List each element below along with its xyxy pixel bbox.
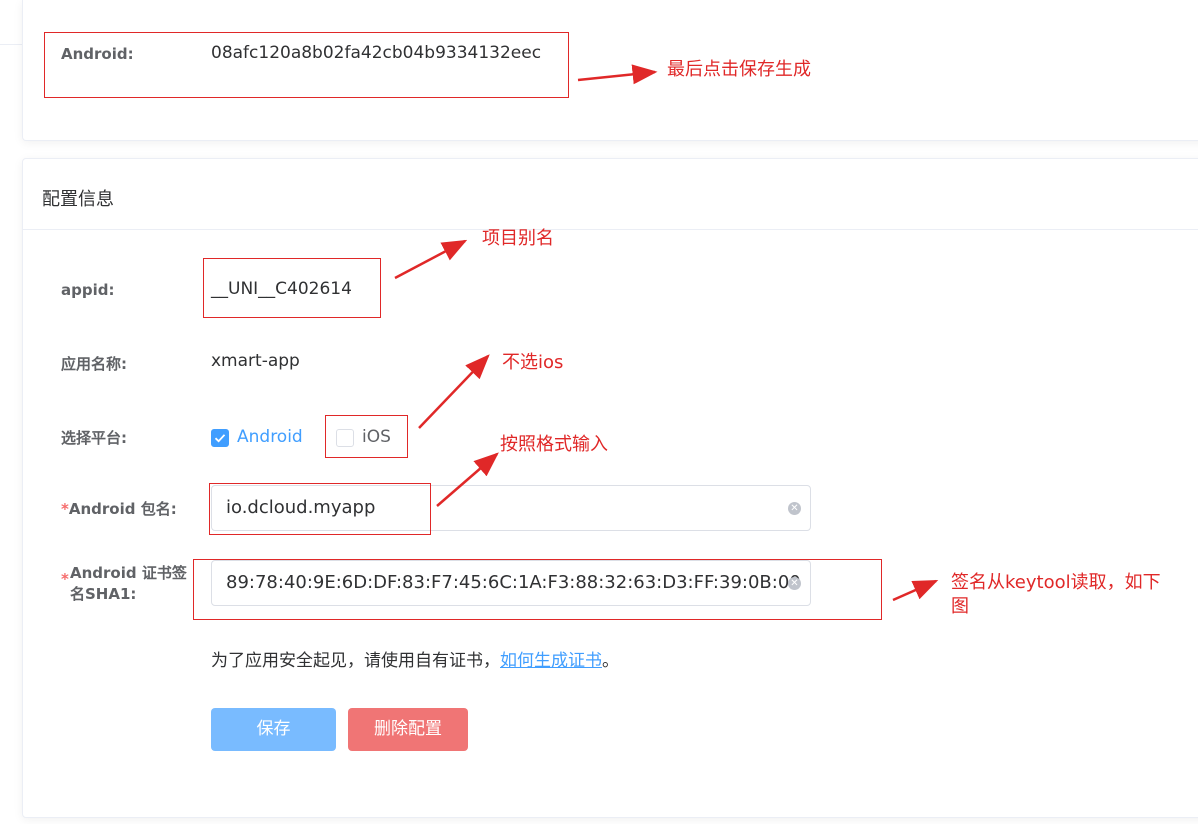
- arrow-no-ios-hint: [418, 354, 490, 429]
- annotation-alias-hint: 项目别名: [482, 228, 554, 249]
- annotation-sha1-hint-line2: 图: [951, 596, 969, 617]
- annotation-save-hint: 最后点击保存生成: [667, 59, 811, 80]
- arrow-sha1-hint: [892, 579, 939, 602]
- annotation-format-hint: 按照格式输入: [500, 434, 608, 455]
- annotation-sha1-hint: 签名从keytool读取，如下 图: [951, 571, 1161, 619]
- annotation-sha1-hint-line1: 签名从keytool读取，如下: [951, 572, 1161, 593]
- arrow-save-hint: [577, 64, 658, 85]
- arrow-alias-hint: [394, 239, 468, 280]
- arrow-format-hint: [436, 452, 499, 507]
- annotation-arrows: [394, 64, 939, 602]
- annotation-no-ios-hint: 不选ios: [502, 352, 564, 373]
